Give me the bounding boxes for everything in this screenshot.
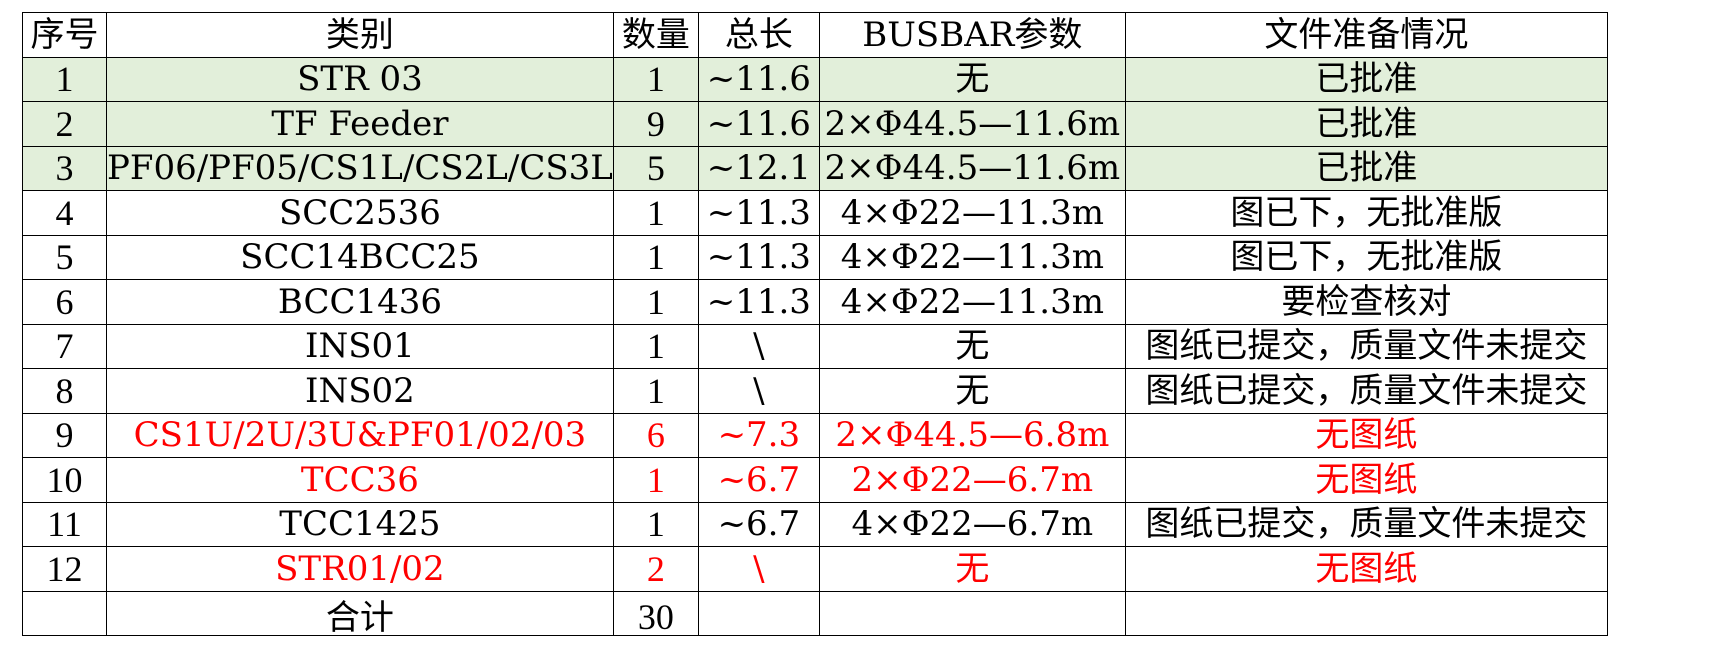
row-index: 7 <box>22 323 107 369</box>
table-row: 3 PF06/PF05/CS1L/CS2L/CS3L 5 ~12.1 2×Φ44.5—1… <box>22 145 1608 191</box>
row-busbar: 4×Φ22—6.7m <box>818 501 1126 547</box>
row-length: \ <box>697 368 820 414</box>
row-status: 图已下，无批准版 <box>1124 234 1608 280</box>
header-quantity: 数量 <box>612 12 699 58</box>
row-quantity: 1 <box>612 368 699 414</box>
header-length: 总长 <box>697 12 820 58</box>
row-category: STR 03 <box>106 56 614 102</box>
table-row: 2 TF Feeder 9 ~11.6 2×Φ44.5—11.6m 已批准 <box>22 101 1608 147</box>
row-length: ~12.1 <box>697 145 820 191</box>
row-index: 11 <box>22 501 107 547</box>
table-row: 1 STR 03 1 ~11.6 无已批准 <box>22 56 1608 102</box>
row-quantity: 5 <box>612 145 699 191</box>
row-busbar: 无 <box>818 56 1126 102</box>
row-index: 12 <box>22 546 107 592</box>
table-row: 12 STR01/02 2 \ 无无图纸 <box>22 546 1608 592</box>
row-category: BCC1436 <box>106 279 614 325</box>
row-index: 10 <box>22 457 107 503</box>
row-length: ~11.6 <box>697 56 820 102</box>
row-status: 无图纸 <box>1124 412 1608 458</box>
row-index: 5 <box>22 234 107 280</box>
row-busbar: 2×Φ44.5—11.6m <box>818 101 1126 147</box>
row-index: 2 <box>22 101 107 147</box>
row-length: ~11.3 <box>697 279 820 325</box>
row-busbar: 4×Φ22—11.3m <box>818 279 1126 325</box>
row-quantity: 1 <box>612 323 699 369</box>
row-category: TCC36 <box>106 457 614 503</box>
row-index: 6 <box>22 279 107 325</box>
row-busbar: 无 <box>818 546 1126 592</box>
row-length: \ <box>697 546 820 592</box>
header-index: 序号 <box>22 12 107 58</box>
row-index: 3 <box>22 145 107 191</box>
table-row: 6 BCC1436 1 ~11.3 4×Φ22—11.3m 要检查核对 <box>22 279 1608 325</box>
row-length: ~7.3 <box>697 412 820 458</box>
row-status: 图纸已提交，质量文件未提交 <box>1124 323 1608 369</box>
row-status: 图纸已提交，质量文件未提交 <box>1124 501 1608 547</box>
table-row: 11 TCC1425 1 ~6.7 4×Φ22—6.7m 图纸已提交，质量文件未提交 <box>22 501 1608 547</box>
header-status: 文件准备情况 <box>1124 12 1608 58</box>
row-status: 已批准 <box>1124 101 1608 147</box>
row-index: 8 <box>22 368 107 414</box>
row-busbar: 2×Φ22—6.7m <box>818 457 1126 503</box>
row-category: INS01 <box>106 323 614 369</box>
row-quantity: 1 <box>612 56 699 102</box>
row-status: 已批准 <box>1124 56 1608 102</box>
table-row: 8 INS02 1 \ 无图纸已提交，质量文件未提交 <box>22 368 1608 414</box>
row-length: ~6.7 <box>697 501 820 547</box>
row-category: CS1U/2U/3U&PF01/02/03 <box>106 412 614 458</box>
row-category: PF06/PF05/CS1L/CS2L/CS3L <box>106 145 614 191</box>
table-row: 7 INS01 1 \ 无图纸已提交，质量文件未提交 <box>22 323 1608 369</box>
row-busbar: 无 <box>818 368 1126 414</box>
total-busbar <box>818 590 1126 636</box>
total-row: 合计 30 <box>22 590 1608 636</box>
header-row: 序号 类别 数量 总长 BUSBAR参数 文件准备情况 <box>22 12 1608 58</box>
total-status <box>1124 590 1608 636</box>
row-quantity: 1 <box>612 457 699 503</box>
row-busbar: 2×Φ44.5—6.8m <box>818 412 1126 458</box>
total-quantity: 30 <box>612 590 699 636</box>
row-length: ~11.6 <box>697 101 820 147</box>
row-status: 已批准 <box>1124 145 1608 191</box>
table-row: 9 CS1U/2U/3U&PF01/02/03 6 ~7.3 2×Φ44.5—6.8m 无… <box>22 412 1608 458</box>
row-busbar: 4×Φ22—11.3m <box>818 190 1126 236</box>
table-row: 10 TCC36 1 ~6.7 2×Φ22—6.7m 无图纸 <box>22 457 1608 503</box>
row-category: STR01/02 <box>106 546 614 592</box>
row-quantity: 1 <box>612 190 699 236</box>
row-category: SCC2536 <box>106 190 614 236</box>
row-quantity: 2 <box>612 546 699 592</box>
row-busbar: 无 <box>818 323 1126 369</box>
status-table: 序号 类别 数量 总长 BUSBAR参数 文件准备情况 1 STR 03 1 ~11.… <box>22 12 1608 636</box>
row-length: ~6.7 <box>697 457 820 503</box>
row-length: ~11.3 <box>697 234 820 280</box>
row-category: INS02 <box>106 368 614 414</box>
row-status: 图已下，无批准版 <box>1124 190 1608 236</box>
table-row: 5 SCC14BCC25 1 ~11.3 4×Φ22—11.3m 图已下，无批准版 <box>22 234 1608 280</box>
row-quantity: 1 <box>612 279 699 325</box>
header-busbar: BUSBAR参数 <box>818 12 1126 58</box>
row-index: 4 <box>22 190 107 236</box>
row-busbar: 4×Φ22—11.3m <box>818 234 1126 280</box>
row-category: SCC14BCC25 <box>106 234 614 280</box>
row-quantity: 1 <box>612 234 699 280</box>
row-quantity: 1 <box>612 501 699 547</box>
row-status: 无图纸 <box>1124 546 1608 592</box>
row-status: 要检查核对 <box>1124 279 1608 325</box>
total-length <box>697 590 820 636</box>
row-quantity: 6 <box>612 412 699 458</box>
row-length: \ <box>697 323 820 369</box>
row-length: ~11.3 <box>697 190 820 236</box>
row-status: 无图纸 <box>1124 457 1608 503</box>
row-index: 9 <box>22 412 107 458</box>
total-index <box>22 590 107 636</box>
row-busbar: 2×Φ44.5—11.6m <box>818 145 1126 191</box>
table-row: 4 SCC2536 1 ~11.3 4×Φ22—11.3m 图已下，无批准版 <box>22 190 1608 236</box>
row-quantity: 9 <box>612 101 699 147</box>
total-label: 合计 <box>106 590 614 636</box>
row-index: 1 <box>22 56 107 102</box>
row-category: TF Feeder <box>106 101 614 147</box>
row-status: 图纸已提交，质量文件未提交 <box>1124 368 1608 414</box>
row-category: TCC1425 <box>106 501 614 547</box>
header-category: 类别 <box>106 12 614 58</box>
